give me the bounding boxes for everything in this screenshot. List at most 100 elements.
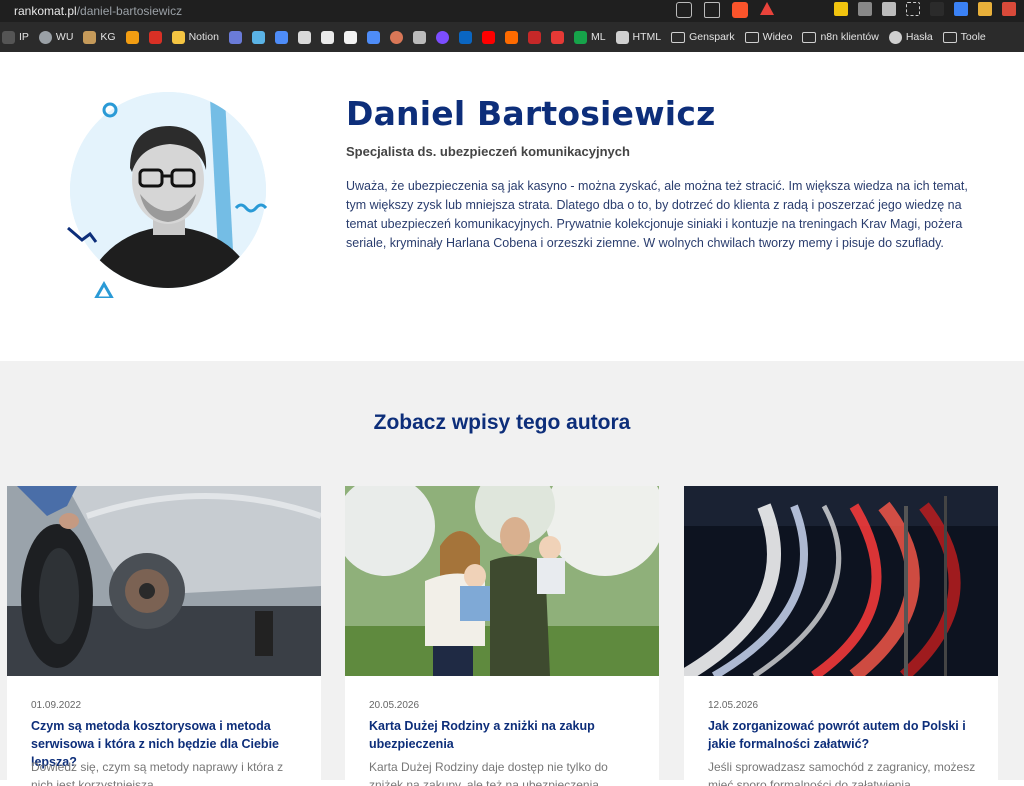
analytics-icon — [125, 30, 139, 44]
extension-icon-5[interactable] — [930, 2, 944, 16]
author-bio: Uważa, że ubezpieczenia są jak kasyno - … — [346, 179, 968, 250]
posts-heading: Zobacz wpisy tego autora — [373, 411, 631, 434]
swirl-icon — [251, 30, 265, 44]
bookmark-item[interactable]: WU — [38, 30, 74, 44]
post-date: 20.05.2026 — [369, 700, 420, 711]
extension-icon-3[interactable] — [882, 2, 896, 16]
author-name: Daniel Bartosiewicz — [346, 94, 716, 133]
bookmark-item[interactable] — [504, 30, 518, 44]
openai-dark-icon — [320, 30, 334, 44]
folder-icon — [802, 31, 817, 43]
extension-icon-1[interactable] — [834, 2, 848, 16]
bookmark-item[interactable] — [458, 30, 472, 44]
linkedin-icon — [458, 30, 472, 44]
bookmark-item[interactable]: Notion — [171, 30, 219, 44]
post-date: 01.09.2022 — [31, 700, 82, 711]
gemini-icon — [274, 30, 288, 44]
bookmark-item[interactable]: KG — [83, 30, 116, 44]
reader-mode-icon[interactable] — [676, 2, 692, 18]
post-card[interactable]: 20.05.2026 Karta Dużej Rodziny a zniżki … — [345, 486, 659, 786]
red-badge-icon — [148, 30, 162, 44]
bookmark-label: HTML — [632, 31, 662, 43]
post-excerpt: Karta Dużej Rodziny daje dostęp nie tylk… — [369, 760, 608, 786]
bookmark-item[interactable] — [251, 30, 265, 44]
bookmark-item[interactable]: n8n klientów — [802, 31, 879, 43]
extension-icon-2[interactable] — [858, 2, 872, 16]
bookmark-label: Notion — [188, 31, 219, 43]
post-image-family[interactable] — [345, 486, 659, 676]
bookmark-item[interactable] — [320, 30, 334, 44]
ip-icon — [2, 30, 15, 44]
im-icon — [527, 30, 541, 44]
author-role: Specjalista ds. ubezpieczeń komunikacyjn… — [346, 144, 630, 159]
bookmark-item[interactable] — [274, 30, 288, 44]
bookmark-label: IP — [19, 31, 29, 43]
folder-icon — [744, 31, 759, 43]
extension-icon-6[interactable] — [954, 2, 968, 16]
url-path: /daniel-bartosiewicz — [76, 4, 183, 18]
bookmark-item[interactable] — [527, 30, 541, 44]
person-icon — [228, 30, 242, 44]
share-icon[interactable] — [704, 2, 720, 18]
browser-address-bar[interactable]: rankomat.pl/daniel-bartosiewicz — [0, 0, 1024, 22]
bookmark-item[interactable] — [343, 30, 357, 44]
bookmark-item[interactable] — [389, 30, 403, 44]
url-domain: rankomat.pl — [14, 4, 77, 18]
post-title-link[interactable]: Jak zorganizować powrót autem do Polski … — [708, 717, 978, 753]
bookmark-item[interactable]: ML — [573, 30, 606, 44]
sparkle-icon — [366, 30, 380, 44]
bookmark-label: Hasła — [905, 31, 933, 43]
bookmark-item[interactable]: Hasła — [888, 30, 933, 44]
terminal-icon — [343, 30, 357, 44]
post-excerpt: Jeśli sprowadzasz samochód z zagranicy, … — [708, 760, 976, 786]
pen-icon — [615, 30, 629, 44]
post-image-car-wheel[interactable] — [7, 486, 321, 676]
post-date: 12.05.2026 — [708, 700, 759, 711]
bookmark-label: WU — [55, 31, 74, 43]
post-card[interactable]: 01.09.2022 Czym są metoda kosztorysowa i… — [7, 486, 321, 786]
brave-shield-icon[interactable] — [732, 2, 748, 18]
bookmark-item[interactable]: Genspark — [671, 31, 735, 43]
bookmark-item[interactable] — [435, 30, 449, 44]
bookmark-item[interactable] — [412, 30, 426, 44]
youtube-icon — [481, 30, 495, 44]
notion-emoji-icon — [171, 30, 185, 44]
extension-icon-7[interactable] — [978, 2, 992, 16]
bookmark-label: Toole — [960, 31, 986, 43]
post-image-highway[interactable] — [684, 486, 998, 676]
folder-icon — [942, 31, 957, 43]
claude-icon — [389, 30, 403, 44]
author-posts-section: Zobacz wpisy tego autora 01.09.2022 Czym… — [0, 361, 1024, 786]
globe-icon — [888, 30, 902, 44]
bookmark-label: ML — [590, 31, 606, 43]
avatar-illustration — [67, 92, 268, 300]
url-text[interactable]: rankomat.pl/daniel-bartosiewicz — [14, 4, 182, 18]
bookmark-item[interactable] — [366, 30, 380, 44]
bookmark-item[interactable] — [148, 30, 162, 44]
folder-icon — [671, 31, 686, 43]
kg-icon — [83, 30, 97, 44]
brave-rewards-icon[interactable] — [760, 2, 774, 15]
bookmark-item[interactable] — [125, 30, 139, 44]
bookmark-item[interactable]: IP — [2, 30, 29, 44]
bookmark-item[interactable]: HTML — [615, 30, 662, 44]
bookmark-item[interactable] — [481, 30, 495, 44]
bookmark-item[interactable]: Toole — [942, 31, 986, 43]
bookmark-item[interactable] — [297, 30, 311, 44]
bookmark-label: n8n klientów — [820, 31, 879, 43]
bookmark-label: Genspark — [689, 31, 735, 43]
purple-circle-icon — [435, 30, 449, 44]
bookmark-item[interactable] — [228, 30, 242, 44]
bookmark-item[interactable] — [550, 30, 564, 44]
extension-icon-4[interactable] — [906, 2, 920, 16]
bookmark-label: KG — [100, 31, 116, 43]
calendar-icon — [550, 30, 564, 44]
copilot-icon — [412, 30, 426, 44]
bookmark-label: Wideo — [762, 31, 793, 43]
bookmark-item[interactable]: Wideo — [744, 31, 793, 43]
post-card[interactable]: 12.05.2026 Jak zorganizować powrót autem… — [684, 486, 998, 786]
bookmarks-bar: IP WU KG Notion ML HTML Genspark Wideo n8n klien… — [0, 22, 1024, 52]
post-title-link[interactable]: Karta Dużej Rodziny a zniżki na zakup ub… — [369, 717, 639, 753]
author-section: Daniel Bartosiewicz Specjalista ds. ubez… — [0, 52, 1024, 361]
extension-icon-8[interactable] — [1002, 2, 1016, 16]
